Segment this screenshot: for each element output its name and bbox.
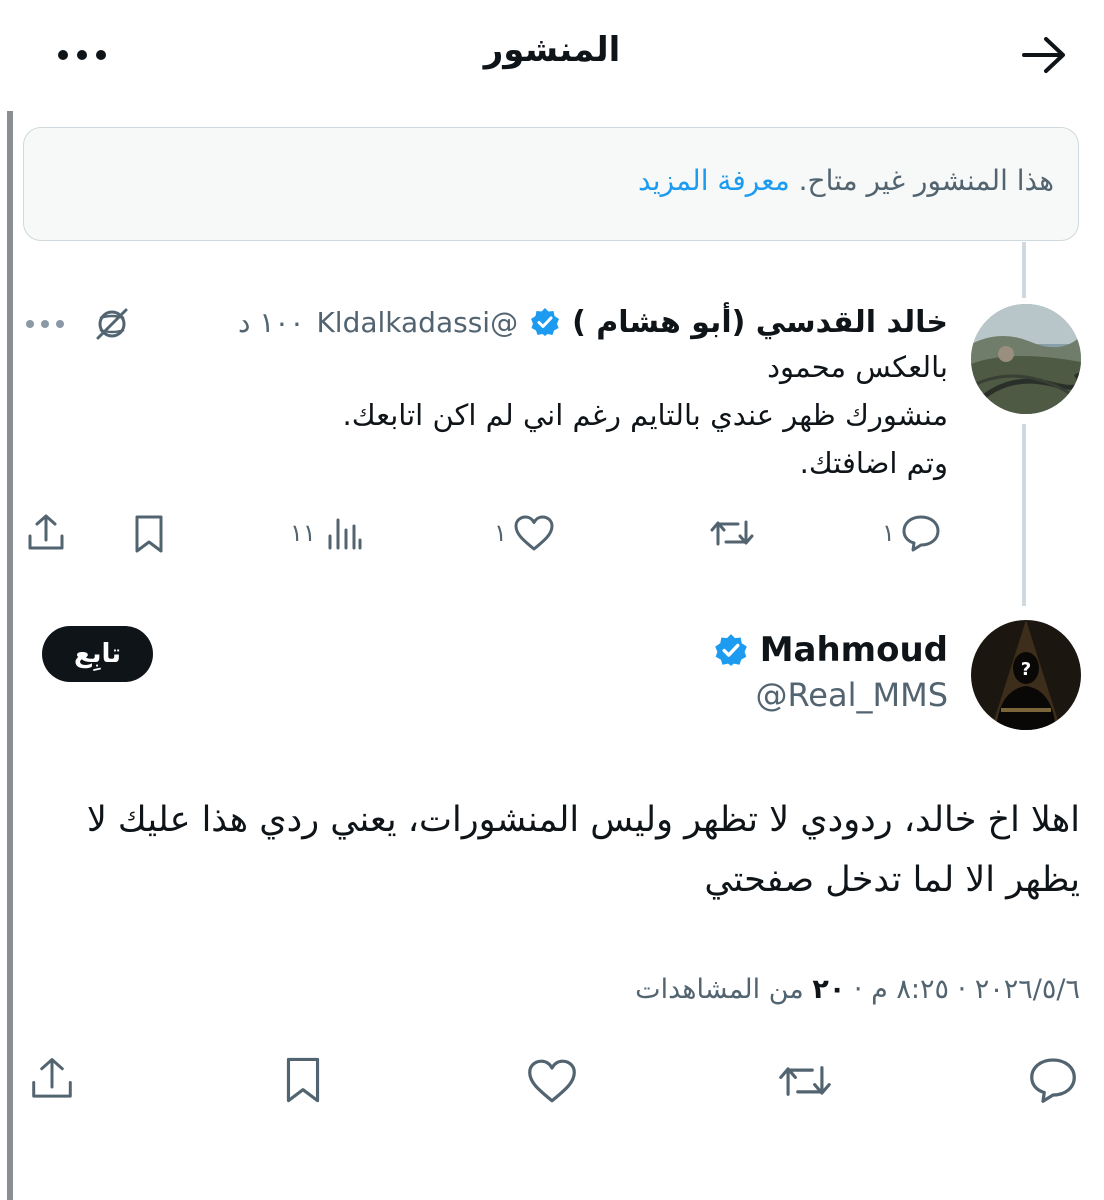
post-time: ١٠٠ د — [237, 305, 305, 339]
like-icon — [526, 1057, 578, 1105]
share-action[interactable] — [25, 512, 67, 554]
post-time[interactable]: ٨:٢٥ م — [871, 974, 949, 1005]
avatar[interactable] — [971, 304, 1081, 414]
back-arrow-icon[interactable] — [1016, 30, 1072, 80]
views-count: ٢٠ — [812, 974, 846, 1005]
reply-count: ١ — [882, 519, 895, 547]
thread-connector — [1022, 242, 1026, 298]
author-name[interactable]: خالد القدسي (أبو هشام ) — [572, 305, 948, 340]
author-handle[interactable]: @Kldalkadassi — [316, 306, 518, 339]
reply-text-line: بالعكس محمود — [767, 350, 948, 384]
separator: · — [845, 974, 863, 1005]
post-date[interactable]: ٢٠٢٦/٥/٦ — [975, 974, 1080, 1005]
thread-rail — [7, 111, 13, 1200]
repost-action[interactable] — [708, 514, 756, 552]
reply-text-line: منشورك ظهر عندي بالتايم رغم اني لم اكن ا… — [342, 398, 948, 432]
more-options-icon[interactable] — [52, 30, 112, 80]
reply-text-line: وتم اضافتك. — [799, 446, 948, 480]
views-action[interactable]: ١١ — [290, 514, 362, 552]
follow-button[interactable]: تابِع — [42, 626, 153, 682]
share-icon — [28, 1055, 76, 1103]
learn-more-link[interactable]: معرفة المزيد — [638, 164, 790, 197]
reply-action[interactable] — [1028, 1056, 1078, 1104]
like-count: ١ — [494, 519, 507, 547]
repost-action[interactable] — [776, 1058, 834, 1104]
post-meta: ٢٠٢٦/٥/٦ · ٨:٢٥ م · ٢٠ من المشاهدات — [635, 974, 1080, 1005]
like-icon — [513, 514, 555, 552]
views-label: من المشاهدات — [635, 974, 804, 1005]
share-icon — [25, 512, 67, 554]
unavailable-notice: هذا المنشور غير متاح. معرفة المزيد — [23, 127, 1079, 241]
verified-badge-icon — [530, 307, 560, 337]
repost-icon — [708, 514, 756, 552]
reply-icon — [901, 514, 941, 552]
share-action[interactable] — [28, 1055, 76, 1103]
globe-off-icon[interactable] — [90, 302, 134, 346]
unavailable-text: هذا المنشور غير متاح. — [798, 164, 1054, 197]
bookmark-icon — [280, 1055, 326, 1105]
svg-text:?: ? — [1021, 659, 1031, 680]
avatar[interactable]: ? — [971, 620, 1081, 730]
separator: · — [949, 974, 967, 1005]
author-name[interactable]: Mahmoud — [760, 630, 948, 670]
reply-action[interactable]: ١ — [882, 514, 941, 552]
thread-connector — [1022, 424, 1026, 606]
verified-badge-icon — [714, 633, 748, 667]
reply-icon — [1028, 1056, 1078, 1104]
like-action[interactable] — [526, 1057, 578, 1105]
bookmark-icon — [130, 514, 168, 554]
bookmark-action[interactable] — [130, 514, 168, 554]
post-text: اهلا اخ خالد، ردودي لا تظهر وليس المنشور… — [86, 800, 1080, 900]
views-icon — [326, 514, 362, 552]
reply-author-line: خالد القدسي (أبو هشام ) @Kldalkadassi ١٠… — [238, 300, 948, 344]
views-count: ١١ — [290, 519, 316, 547]
repost-icon — [776, 1058, 834, 1104]
page-title: المنشور — [483, 30, 621, 70]
like-action[interactable]: ١ — [494, 514, 555, 552]
more-icon[interactable] — [22, 302, 68, 346]
main-author-line: Mahmoud — [714, 630, 948, 670]
author-handle[interactable]: @Real_MMS — [755, 676, 948, 714]
bookmark-action[interactable] — [280, 1055, 326, 1105]
